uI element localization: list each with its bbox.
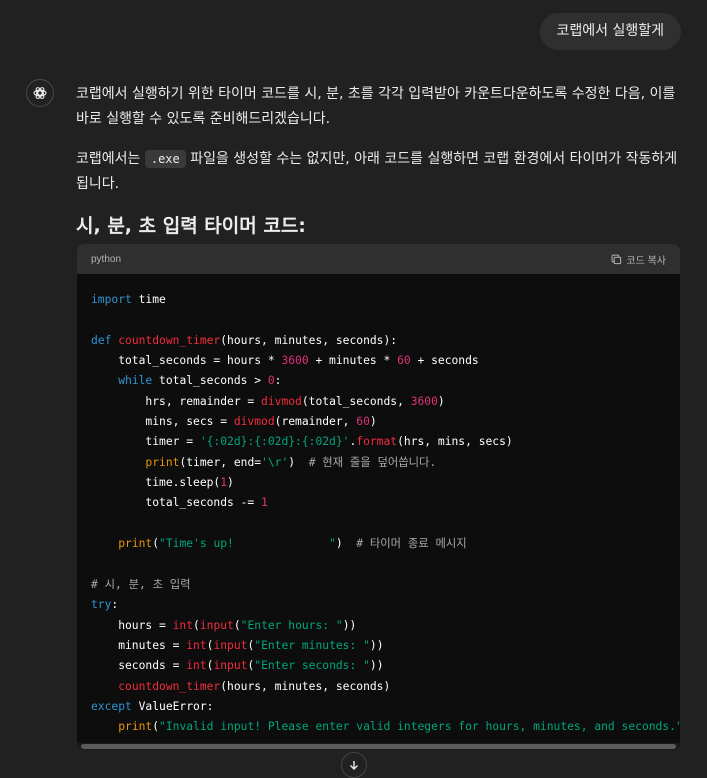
code-language-label: python [91,253,122,265]
code-line: time.sleep(1) [91,476,234,490]
code-line: seconds = int(input("Enter seconds: ")) [91,659,384,673]
code-line: except ValueError: [91,699,214,713]
code-line: try: [91,598,119,612]
code-line: print(timer, end='\r') # 현재 줄을 덮어씁니다. [145,455,437,469]
code-line: hrs, remainder = divmod(total_seconds, 3… [91,394,445,408]
assistant-paragraph-1: 코랩에서 실행하기 위한 타이머 코드를 시, 분, 초를 각각 입력받아 카운… [76,86,676,127]
assistant-avatar [26,79,54,107]
code-line: timer = '{:02d}:{:02d}:{:02d}'.format(hr… [91,435,513,449]
code-line: # 시, 분, 초 입력 [91,577,191,591]
code-line: hours = int(input("Enter hours: ")) [91,618,357,632]
code-horizontal-scrollbar[interactable] [77,743,680,750]
code-line: import time [91,293,166,306]
code-line: print("Time's up! ") # 타이머 종료 메시지 [118,537,467,551]
user-message-bubble: 코랩에서 실행할게 [539,13,681,50]
code-line: print("Invalid input! Please enter valid… [118,720,680,734]
openai-logo-icon [33,87,47,99]
code-line: total_seconds -= 1 [91,496,268,510]
code-line: mins, secs = divmod(remainder, 60) [91,415,377,429]
inline-code-exe: .exe [144,150,186,168]
scroll-to-bottom-button[interactable] [341,752,367,778]
code-block: python 코드 복사 import time def countdown_t… [77,244,680,750]
code-line: total_seconds = hours * 3600 + minutes *… [91,354,479,368]
assistant-paragraph-2: 코랩에서는 .exe 파일을 생성할 수는 없지만, 아래 코드를 실행하면 코… [76,147,682,197]
code-block-header: python 코드 복사 [77,244,680,274]
code-section-heading: 시, 분, 초 입력 타이머 코드: [76,215,306,237]
code-line: minutes = int(input("Enter minutes: ")) [91,638,384,652]
code-content: import time def countdown_timer(hours, m… [77,274,680,738]
copy-icon [612,254,622,264]
arrow-down-icon [350,761,358,770]
code-line: countdown_timer(hours, minutes, seconds) [118,679,391,693]
code-line: def countdown_timer(hours, minutes, seco… [91,333,398,347]
scrollbar-thumb[interactable] [81,744,676,749]
copy-code-label: 코드 복사 [626,255,666,267]
paragraph-2-text-start: 코랩에서는 [76,151,145,167]
code-line: while total_seconds > 0: [118,374,282,388]
assistant-message: 코랩에서 실행하기 위한 타이머 코드를 시, 분, 초를 각각 입력받아 카운… [76,82,682,251]
copy-code-button[interactable]: 코드 복사 [611,252,666,267]
